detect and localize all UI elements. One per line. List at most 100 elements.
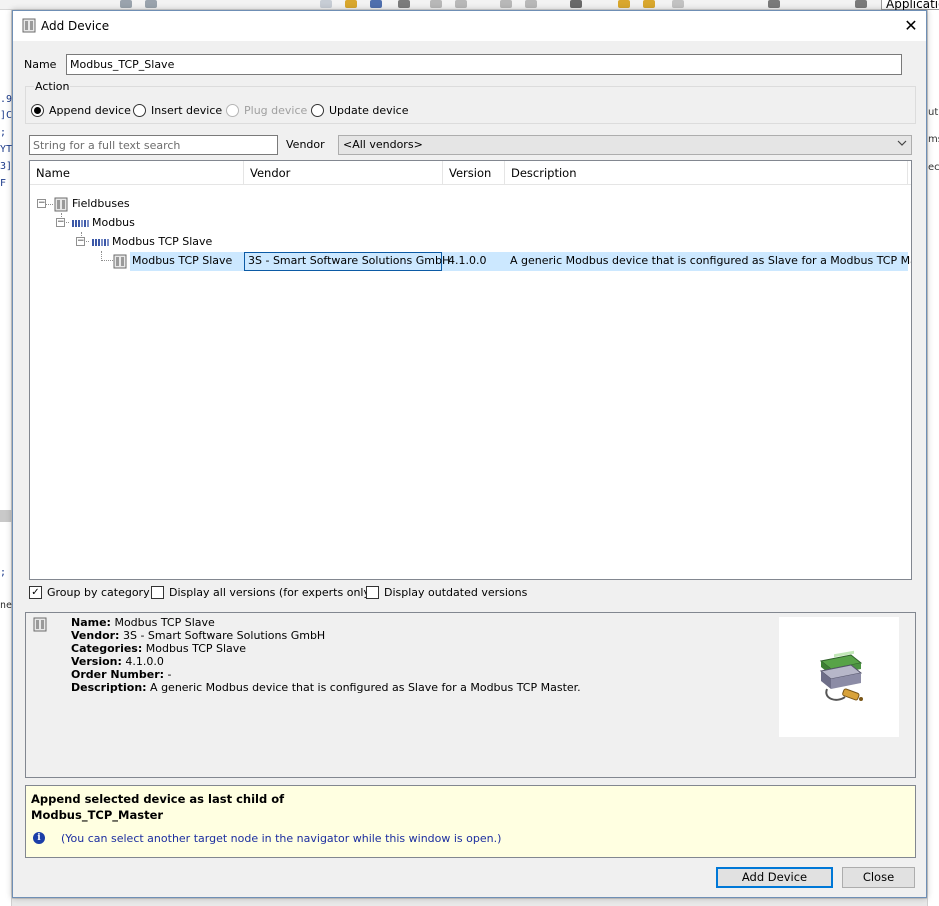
- device-info-text: Name: Modbus TCP Slave Vendor: 3S - Smar…: [71, 616, 581, 694]
- checkbox-label: Display outdated versions: [384, 586, 528, 599]
- add-device-dialog: Add Device ✕ Name Action Append device I…: [12, 10, 927, 898]
- radio-indicator: [311, 104, 324, 117]
- info-version-line: Version: 4.1.0.0: [71, 655, 164, 668]
- note-headline: Append selected device as last child of: [31, 792, 285, 806]
- radio-label: Append device: [49, 104, 131, 117]
- pane-fragment: ms: [928, 134, 939, 145]
- note-target-node: Modbus_TCP_Master: [31, 808, 164, 822]
- update-device-radio[interactable]: Update device: [311, 104, 408, 117]
- radio-label: Plug device: [244, 104, 308, 117]
- checkbox-indicator: ✓: [29, 586, 42, 599]
- info-order-line: Order Number: -: [71, 668, 172, 681]
- device-preview-image: [779, 617, 899, 737]
- print-icon: [398, 0, 410, 8]
- radio-indicator: [226, 104, 239, 117]
- radio-label: Update device: [329, 104, 409, 117]
- checkbox-indicator: [151, 586, 164, 599]
- background-properties-pane: ut ms ect: [927, 10, 939, 906]
- tree-node-modbus-tcp-slave-group[interactable]: − Modbus TCP Slave: [30, 233, 911, 252]
- device-name-input[interactable]: [66, 54, 902, 75]
- redo-icon: [455, 0, 467, 8]
- code-fragment: YT: [0, 144, 13, 155]
- copy-icon: [500, 0, 512, 8]
- tree-header: Name Vendor Version Description: [30, 161, 911, 185]
- pane-fragment: ut: [928, 107, 939, 118]
- code-fragment: 3]: [0, 161, 13, 172]
- action-legend: Action: [34, 80, 71, 93]
- add-device-button[interactable]: Add Device: [716, 867, 833, 888]
- group-by-category-checkbox[interactable]: ✓ Group by category: [29, 586, 150, 599]
- device-icon: [54, 197, 68, 212]
- collapse-icon[interactable]: −: [76, 237, 85, 246]
- tree-node-modbus[interactable]: − Modbus: [30, 214, 911, 233]
- toolbar-icon: [618, 0, 630, 8]
- close-button[interactable]: Close: [842, 867, 915, 888]
- device-icon: [113, 254, 127, 269]
- folder-icon: [345, 0, 357, 8]
- device-tree[interactable]: Name Vendor Version Description − Fieldb…: [29, 160, 912, 580]
- application-tab[interactable]: Applicatio: [881, 0, 939, 11]
- append-device-radio[interactable]: Append device: [31, 104, 131, 117]
- background-toolbar: Applicatio: [0, 0, 939, 11]
- column-header-name[interactable]: Name: [30, 161, 244, 185]
- modbus-icon: [92, 239, 109, 246]
- full-text-search-input[interactable]: [29, 135, 278, 155]
- collapse-icon[interactable]: −: [56, 218, 65, 227]
- code-fragment: ;: [0, 127, 7, 138]
- column-header-version[interactable]: Version: [443, 161, 505, 185]
- tree-node-fieldbuses[interactable]: − Fieldbuses: [30, 195, 911, 214]
- tree-node-label: Modbus TCP Slave: [112, 235, 213, 248]
- background-statusbar: [12, 898, 927, 906]
- column-header-vendor[interactable]: Vendor: [244, 161, 443, 185]
- network-device-icon: [819, 650, 863, 701]
- info-vendor-line: Vendor: 3S - Smart Software Solutions Gm…: [71, 629, 326, 642]
- info-name-line: Name: Modbus TCP Slave: [71, 616, 215, 629]
- append-target-note: Append selected device as last child of …: [25, 785, 916, 858]
- code-fragment: F: [0, 178, 7, 189]
- device-icon: [22, 18, 36, 33]
- display-outdated-versions-checkbox[interactable]: Display outdated versions: [366, 586, 527, 599]
- splitter[interactable]: [0, 510, 12, 522]
- tree-node-modbus-tcp-slave[interactable]: Modbus TCP Slave 3S - Smart Software Sol…: [30, 252, 911, 271]
- tree-node-label: Fieldbuses: [72, 197, 130, 210]
- radio-label: Insert device: [151, 104, 223, 117]
- code-fragment: ne: [0, 600, 13, 611]
- row-version-cell: 4.1.0.0: [448, 254, 487, 267]
- toolbar-icon: [320, 0, 332, 8]
- close-icon[interactable]: ✕: [900, 15, 922, 37]
- code-fragment: ]C: [0, 110, 13, 121]
- info-categories-line: Categories: Modbus TCP Slave: [71, 642, 247, 655]
- tree-node-label: Modbus: [92, 216, 135, 229]
- undo-icon: [430, 0, 442, 8]
- device-info-panel: Name: Modbus TCP Slave Vendor: 3S - Smar…: [25, 612, 916, 778]
- row-name-cell: Modbus TCP Slave: [132, 254, 233, 267]
- vendor-select[interactable]: <All vendors>: [338, 135, 912, 155]
- radio-indicator: [133, 104, 146, 117]
- insert-device-radio[interactable]: Insert device: [133, 104, 222, 117]
- note-hint: (You can select another target node in t…: [61, 832, 502, 845]
- info-icon: i: [33, 832, 45, 844]
- column-header-description[interactable]: Description: [505, 161, 908, 185]
- save-icon: [370, 0, 382, 8]
- toolbar-icon: [855, 0, 867, 8]
- toolbar-icon: [643, 0, 655, 8]
- dialog-titlebar[interactable]: Add Device ✕: [13, 11, 926, 41]
- toolbar-icon: [120, 0, 132, 8]
- toolbar-icon: [768, 0, 780, 8]
- name-label: Name: [24, 58, 57, 71]
- dialog-title: Add Device: [41, 19, 110, 33]
- paste-icon: [525, 0, 537, 8]
- code-fragment: ;: [0, 567, 7, 578]
- toolbar-icon: [145, 0, 157, 8]
- code-fragment: .9: [0, 94, 13, 105]
- modbus-icon: [72, 220, 89, 227]
- background-code-editor: .9 ]C ; YT 3] F ; ne: [0, 10, 12, 906]
- binoculars-icon: [570, 0, 582, 8]
- checkbox-label: Display all versions (for experts only): [169, 586, 375, 599]
- info-description-line: Description: A generic Modbus device tha…: [71, 681, 581, 694]
- collapse-icon[interactable]: −: [37, 199, 46, 208]
- display-all-versions-checkbox[interactable]: Display all versions (for experts only): [151, 586, 374, 599]
- checkbox-indicator: [366, 586, 379, 599]
- radio-indicator: [31, 104, 44, 117]
- row-vendor-cell: 3S - Smart Software Solutions GmbH: [248, 254, 451, 267]
